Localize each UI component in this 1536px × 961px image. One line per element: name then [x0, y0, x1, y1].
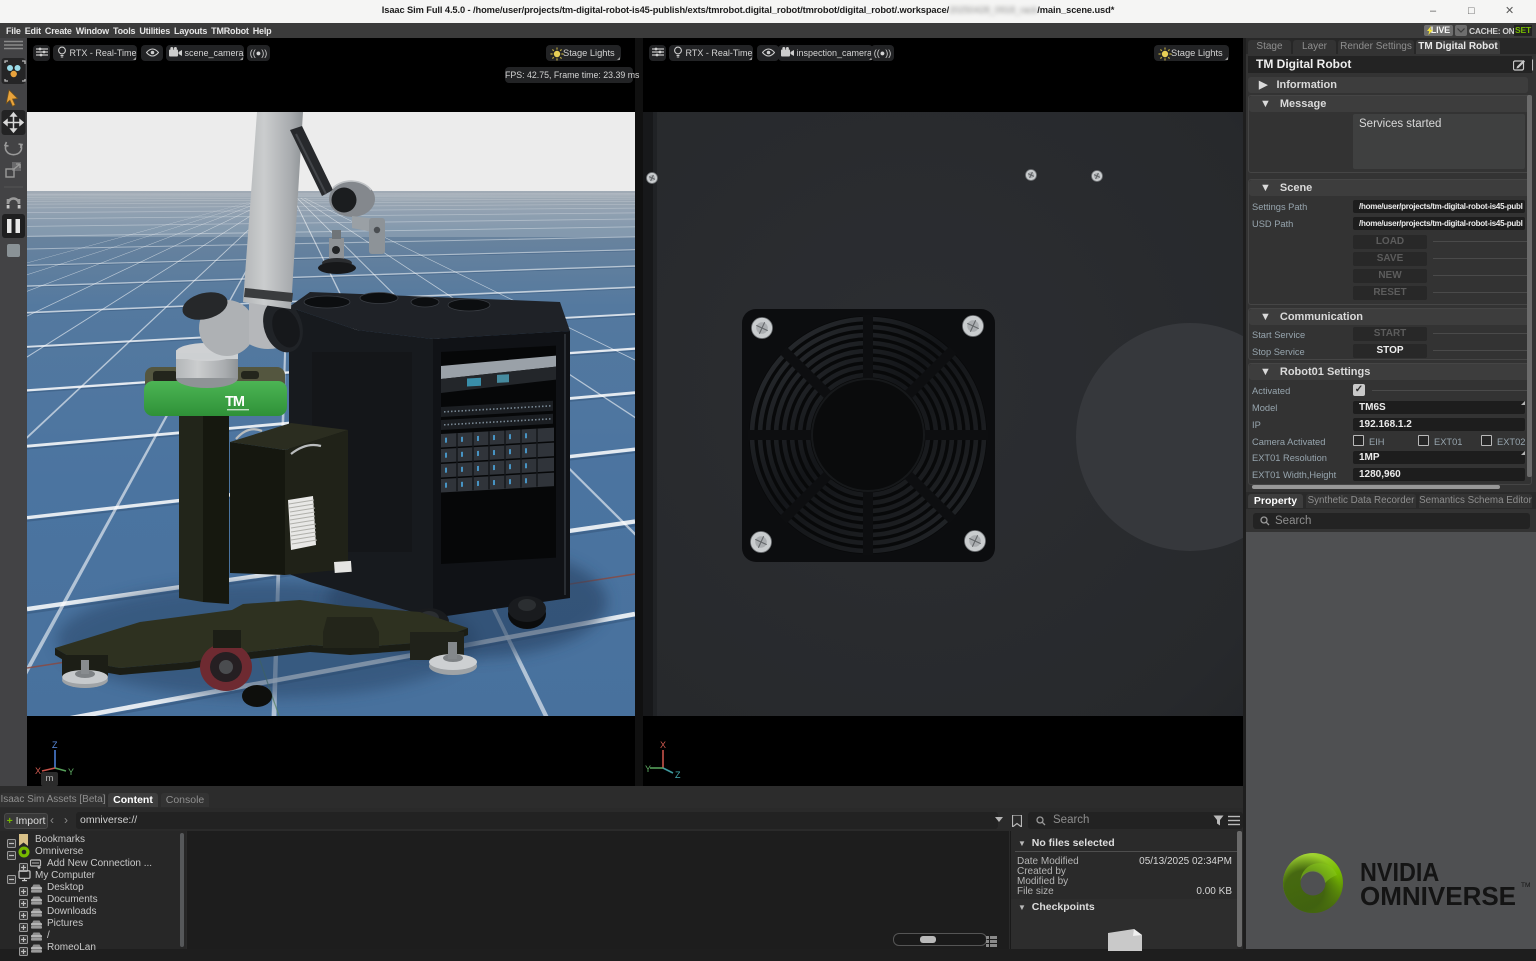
- svg-text:TM: TM: [1521, 882, 1530, 889]
- svg-text:OMNIVERSE: OMNIVERSE: [1360, 881, 1516, 911]
- svg-text:X: X: [660, 740, 666, 750]
- svg-text:Y: Y: [645, 764, 651, 774]
- svg-text:Y: Y: [68, 767, 74, 777]
- svg-text:Z: Z: [675, 770, 681, 780]
- svg-text:TM: TM: [225, 394, 245, 410]
- svg-text:Z: Z: [52, 740, 58, 750]
